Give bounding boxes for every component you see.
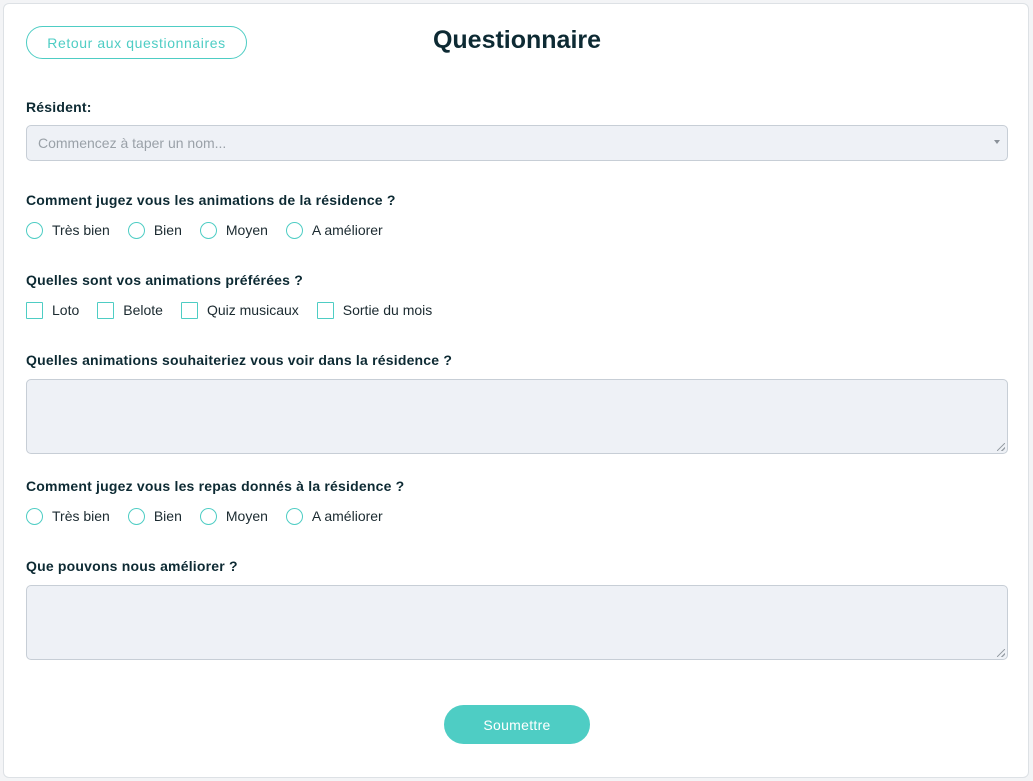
radio-option[interactable]: A améliorer	[285, 221, 383, 239]
wished-animations-textarea[interactable]	[26, 379, 1008, 454]
radio-button[interactable]	[127, 507, 145, 525]
improvements-textarea[interactable]	[26, 585, 1008, 660]
checkbox-option[interactable]: Belote	[97, 301, 163, 319]
checkbox-label: Quiz musicaux	[206, 302, 299, 318]
radio-option[interactable]: Bien	[127, 507, 182, 525]
radio-label: Bien	[153, 508, 182, 524]
meals-rating-options: Très bien Bien Moyen A améliorer	[26, 506, 401, 526]
question-favorite-animations: Quelles sont vos animations préférées ?	[26, 272, 303, 288]
animations-rating-options: Très bien Bien Moyen A améliorer	[26, 220, 401, 240]
radio-button[interactable]	[285, 221, 303, 239]
radio-option[interactable]: Moyen	[199, 221, 268, 239]
checkbox[interactable]	[316, 301, 334, 319]
checkbox-option[interactable]: Quiz musicaux	[180, 301, 299, 319]
resident-select-placeholder: Commencez à taper un nom...	[38, 135, 227, 151]
checkbox-option[interactable]: Sortie du mois	[316, 301, 433, 319]
submit-button[interactable]: Soumettre	[444, 705, 590, 744]
radio-button[interactable]	[199, 507, 217, 525]
question-improvements: Que pouvons nous améliorer ?	[26, 558, 238, 574]
checkbox-label: Belote	[123, 302, 163, 318]
radio-label: Moyen	[225, 508, 268, 524]
radio-option[interactable]: Bien	[127, 221, 182, 239]
radio-label: Très bien	[52, 222, 110, 238]
resize-handle-icon[interactable]	[997, 649, 1005, 657]
radio-label: Moyen	[225, 222, 268, 238]
checkbox-label: Sortie du mois	[342, 302, 433, 318]
checkbox-label: Loto	[52, 302, 80, 318]
radio-label: Bien	[153, 222, 182, 238]
checkbox[interactable]	[26, 301, 43, 319]
radio-button[interactable]	[285, 507, 303, 525]
radio-button[interactable]	[26, 221, 43, 239]
radio-option[interactable]: Très bien	[26, 221, 110, 239]
radio-label: A améliorer	[311, 222, 383, 238]
radio-button[interactable]	[127, 221, 145, 239]
resize-handle-icon[interactable]	[997, 443, 1005, 451]
checkbox-option[interactable]: Loto	[26, 301, 80, 319]
radio-option[interactable]: Moyen	[199, 507, 268, 525]
radio-option[interactable]: A améliorer	[285, 507, 383, 525]
radio-label: A améliorer	[311, 508, 383, 524]
checkbox[interactable]	[180, 301, 198, 319]
radio-label: Très bien	[52, 508, 110, 524]
chevron-down-icon	[994, 140, 1000, 144]
radio-button[interactable]	[26, 507, 43, 525]
checkbox[interactable]	[97, 301, 115, 319]
radio-button[interactable]	[199, 221, 217, 239]
questionnaire-card: Retour aux questionnaires Questionnaire …	[3, 3, 1029, 778]
resident-label: Résident:	[26, 99, 92, 115]
question-wished-animations: Quelles animations souhaiteriez vous voi…	[26, 352, 453, 368]
question-animations-rating: Comment jugez vous les animations de la …	[26, 192, 396, 208]
page-title: Questionnaire	[432, 26, 602, 54]
question-meals-rating: Comment jugez vous les repas donnés à la…	[26, 478, 405, 494]
radio-option[interactable]: Très bien	[26, 507, 110, 525]
resident-select[interactable]: Commencez à taper un nom...	[26, 125, 1008, 161]
favorite-animations-options: Loto Belote Quiz musicaux Sortie du mois	[26, 300, 450, 320]
